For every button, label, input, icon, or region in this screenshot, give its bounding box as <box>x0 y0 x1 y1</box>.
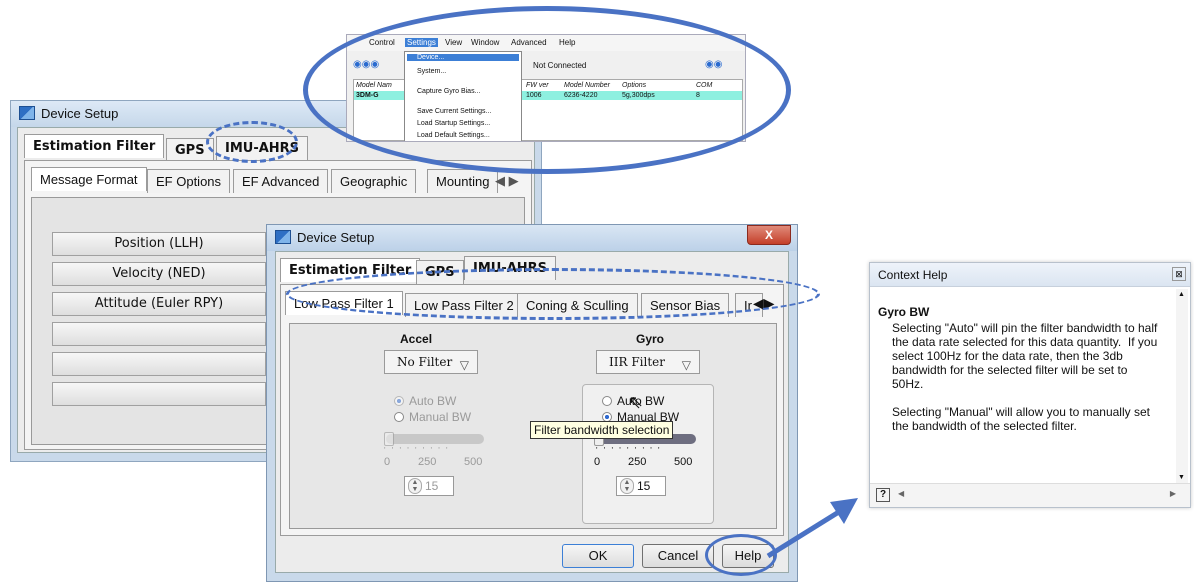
help-footer: ? ◀ ▶ <box>870 483 1190 507</box>
chevron-down-icon: ▽ <box>459 358 469 372</box>
gyro-heading: Gyro <box>636 332 665 346</box>
cancel-button[interactable]: Cancel <box>642 544 714 568</box>
gyro-tick-250: 250 <box>628 456 647 468</box>
help-question-icon[interactable]: ? <box>876 488 890 502</box>
mouse-cursor-icon: ⇖ <box>628 392 644 412</box>
accel-tick-0: 0 <box>384 456 391 468</box>
tooltip: Filter bandwidth selection <box>530 421 674 439</box>
context-help-window: Context Help ⊠ Gyro BW Selecting "Auto" … <box>869 262 1191 508</box>
tab-message-format[interactable]: Message Format <box>31 167 147 191</box>
accel-bw-spinner[interactable]: ▲ ▼ 15 <box>404 476 454 496</box>
tab-geographic[interactable]: Geographic <box>331 169 417 193</box>
callout-settings-menu <box>303 6 791 174</box>
filter-panel: Accel No Filter ▽ Auto BW Manual BW ' ' … <box>289 323 777 529</box>
spinner-arrows-icon[interactable]: ▲ ▼ <box>408 478 422 494</box>
accel-tick-500: 500 <box>464 456 483 468</box>
row-empty[interactable] <box>52 322 266 346</box>
scroll-left-icon[interactable]: ◀ <box>898 489 904 498</box>
spinner-arrows-icon[interactable]: ▲ ▼ <box>620 478 634 494</box>
close-button[interactable]: X <box>747 225 791 245</box>
close-icon[interactable]: ⊠ <box>1172 267 1186 281</box>
gyro-tick-0: 0 <box>594 456 601 468</box>
gyro-tick-marks: ' ' ' ' ' ' ' ' ' <box>596 446 662 455</box>
callout-filter-tabs <box>286 268 820 320</box>
accel-manual-bw-radio[interactable]: Manual BW <box>394 410 471 424</box>
help-body: Selecting "Auto" will pin the filter ban… <box>892 321 1158 433</box>
accel-tick-250: 250 <box>418 456 437 468</box>
tab-panel: Low Pass Filter 1 Low Pass Filter 2 Coni… <box>280 284 784 536</box>
scroll-up-icon[interactable]: ▲ <box>1178 291 1185 298</box>
app-icon <box>19 106 35 120</box>
tab-mounting[interactable]: Mounting <box>427 169 499 193</box>
ok-button[interactable]: OK <box>562 544 634 568</box>
tab-ef-advanced[interactable]: EF Advanced <box>233 169 329 193</box>
accel-manual-label: Manual BW <box>409 410 472 424</box>
callout-imu-ahrs <box>206 121 298 163</box>
row-empty[interactable] <box>52 382 266 406</box>
accel-auto-bw-radio[interactable]: Auto BW <box>394 394 456 408</box>
row-position[interactable]: Position (LLH) <box>52 232 266 256</box>
row-velocity[interactable]: Velocity (NED) <box>52 262 266 286</box>
row-attitude[interactable]: Attitude (Euler RPY) <box>52 292 266 316</box>
gyro-filter-value: IIR Filter <box>609 355 665 369</box>
window-title: Device Setup <box>41 106 119 121</box>
gyro-bw-value: 15 <box>637 479 651 493</box>
accel-heading: Accel <box>400 332 433 346</box>
accel-slider-thumb[interactable] <box>384 432 394 446</box>
help-heading: Gyro BW <box>878 305 930 319</box>
tab-scroll-arrows[interactable]: ◀ ▶ <box>495 173 519 189</box>
gyro-tick-500: 500 <box>674 456 693 468</box>
title-bar: Context Help ⊠ <box>870 263 1190 287</box>
callout-arrow <box>766 498 858 559</box>
gyro-filter-select[interactable]: IIR Filter ▽ <box>596 350 700 374</box>
vertical-scrollbar[interactable]: ▲ ▼ <box>1176 289 1188 483</box>
scroll-down-icon[interactable]: ▼ <box>1178 474 1185 481</box>
accel-bw-slider[interactable] <box>386 434 484 444</box>
window-title: Device Setup <box>297 230 375 245</box>
app-icon <box>275 230 291 244</box>
accel-tick-marks: ' ' ' ' ' ' ' ' ' <box>384 446 450 455</box>
title-bar: Device Setup X <box>267 225 797 251</box>
chevron-down-icon: ▽ <box>681 358 691 372</box>
accel-auto-label: Auto BW <box>409 394 457 408</box>
accel-filter-select[interactable]: No Filter ▽ <box>384 350 478 374</box>
tab-ef-options[interactable]: EF Options <box>147 169 231 193</box>
accel-bw-value: 15 <box>425 479 439 493</box>
gyro-bw-spinner[interactable]: ▲ ▼ 15 <box>616 476 666 496</box>
scroll-right-icon[interactable]: ▶ <box>1170 489 1176 498</box>
tab-estimation-filter[interactable]: Estimation Filter <box>24 134 165 158</box>
help-title: Context Help <box>878 268 948 282</box>
accel-filter-value: No Filter <box>397 355 453 369</box>
row-empty[interactable] <box>52 352 266 376</box>
